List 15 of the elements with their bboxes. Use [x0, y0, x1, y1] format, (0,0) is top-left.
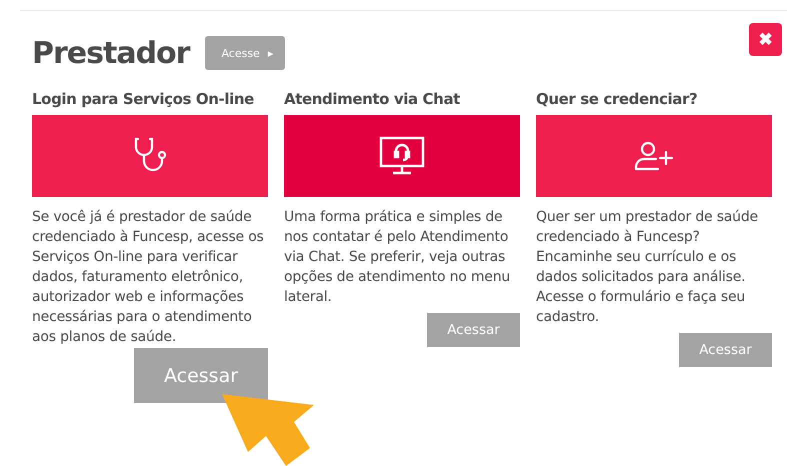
access-button[interactable]: Acessar	[679, 333, 772, 367]
column-heading: Quer se credenciar?	[536, 90, 698, 110]
user-add-icon	[634, 140, 674, 172]
page-title: Prestador	[32, 36, 190, 70]
monitor-headset-icon	[379, 136, 425, 176]
close-button[interactable]: ✖	[749, 23, 782, 56]
column-heading: Login para Serviços On-line	[32, 90, 255, 110]
description-text: Quer ser um prestador de saúde credenciado à Funcesp? Encaminhe seu currículo e os dados solicitados para análise. Acesse o formulário e faça seu cadastro.	[536, 208, 759, 327]
description-text: Uma forma prática e simples de nos contatar é pelo Atendimento via Chat. Se preferir, veja outras opções de atendimento no menu lateral.	[284, 208, 512, 307]
banner-panel[interactable]	[284, 115, 520, 197]
access-button[interactable]: Acessar	[134, 348, 268, 403]
column-heading: Atendimento via Chat	[284, 90, 461, 110]
title-access-button[interactable]: Acesse ▸	[205, 36, 286, 70]
access-button[interactable]: Acessar	[427, 313, 520, 347]
description-text: Se você já é prestador de saúde credenciado à Funcesp, acesse os Serviços On-line para verificar dados, faturamento eletrônico, autorizador web e informações necessárias para o atendimento aos planos de saúde.	[32, 208, 265, 347]
